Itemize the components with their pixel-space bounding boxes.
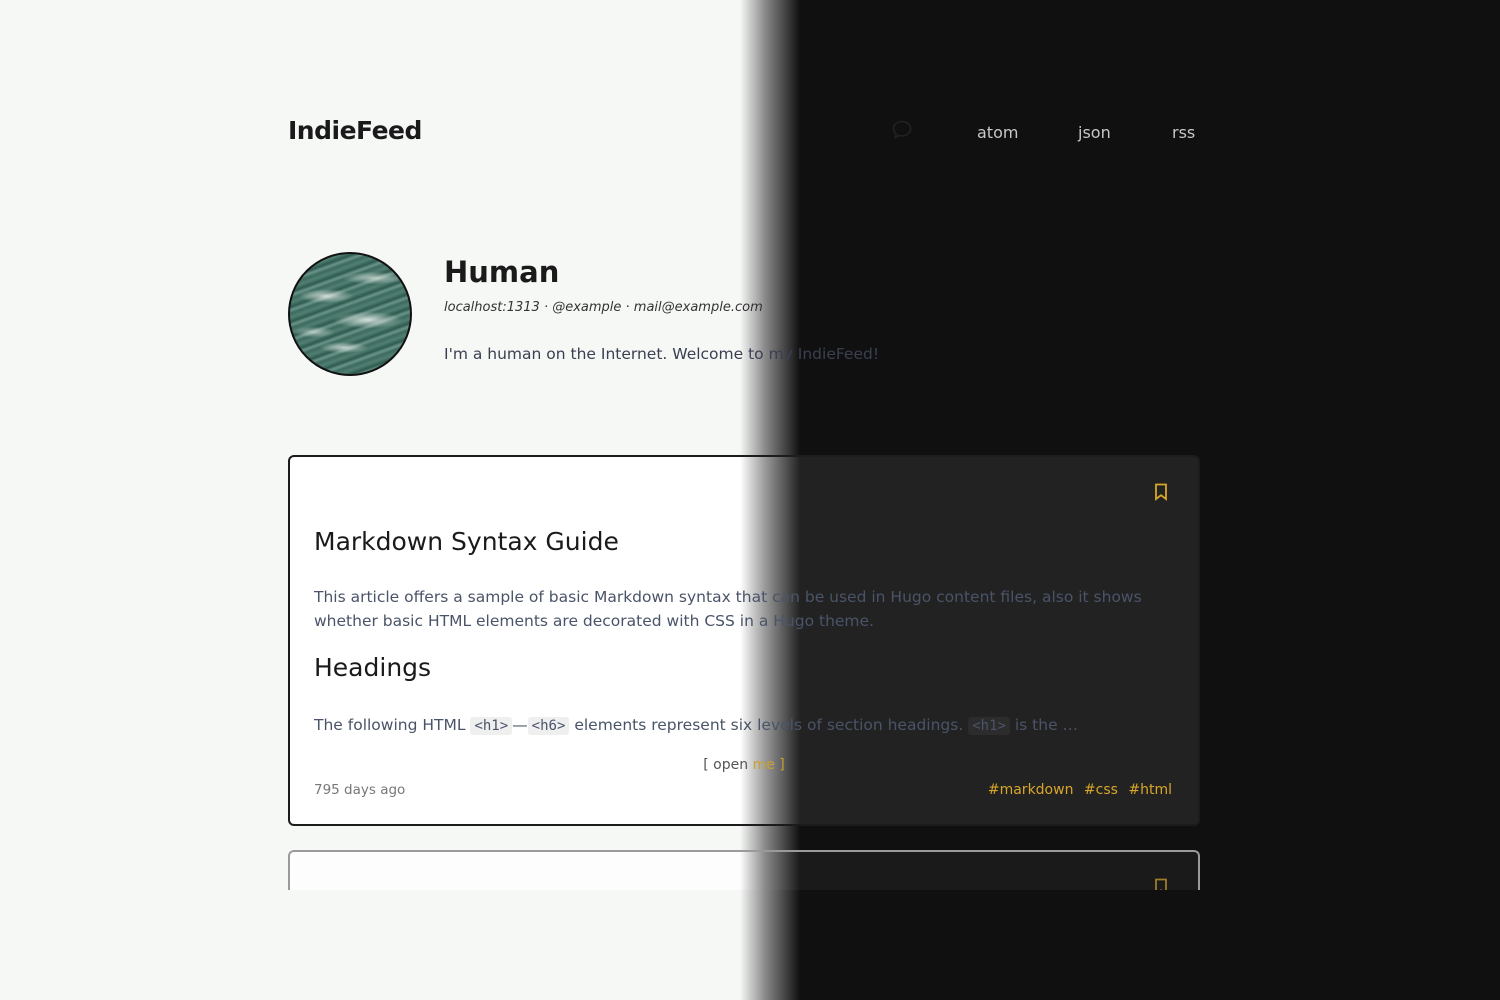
post-title[interactable]: Markdown Syntax Guide (314, 527, 619, 556)
nav-link-json[interactable]: json (1078, 123, 1111, 142)
avatar (288, 252, 412, 376)
post-tags: #markdown #css #html (982, 782, 1172, 798)
profile-bio: I'm a human on the Internet. Welcome to … (444, 345, 880, 363)
main-nav: atom json rss (880, 120, 1200, 150)
tag-link[interactable]: #markdown (988, 782, 1074, 798)
bracket-left: [ (703, 757, 714, 773)
excerpt-dash: — (512, 716, 528, 734)
excerpt-text: elements represent six levels of section… (574, 716, 964, 734)
bracket-right: ] (774, 757, 785, 773)
post-summary: This article offers a sample of basic Ma… (314, 588, 1142, 630)
profile-name: Human (444, 255, 560, 289)
inline-code: <h1> (470, 717, 513, 735)
post-excerpt: The following HTML <h1> — <h6> elements re… (314, 713, 1164, 738)
page-fade (0, 890, 1500, 1000)
bookmark-icon[interactable] (1154, 483, 1168, 501)
open-me-link[interactable]: [ open me ] (290, 757, 1198, 773)
open-me-label-a: open (713, 757, 753, 773)
nav-link-rss[interactable]: rss (1172, 123, 1195, 142)
post-card: Markdown Syntax Guide This article offer… (288, 455, 1200, 826)
tag-link[interactable]: #css (1084, 782, 1118, 798)
excerpt-text: is the … (1014, 716, 1079, 734)
inline-code: <h1> (968, 717, 1010, 735)
open-me-label-b: me (752, 757, 775, 773)
post-date: 795 days ago (314, 782, 406, 798)
speech-bubble-icon[interactable] (890, 118, 914, 142)
tag-link[interactable]: #html (1128, 782, 1172, 798)
nav-link-atom[interactable]: atom (977, 123, 1018, 142)
post-subheading: Headings (314, 653, 432, 682)
inline-code: <h6> (527, 717, 570, 735)
excerpt-text: The following HTML (314, 716, 466, 734)
profile-meta: localhost:1313 · @example · mail@example… (444, 300, 763, 315)
site-title[interactable]: IndieFeed (288, 116, 422, 145)
